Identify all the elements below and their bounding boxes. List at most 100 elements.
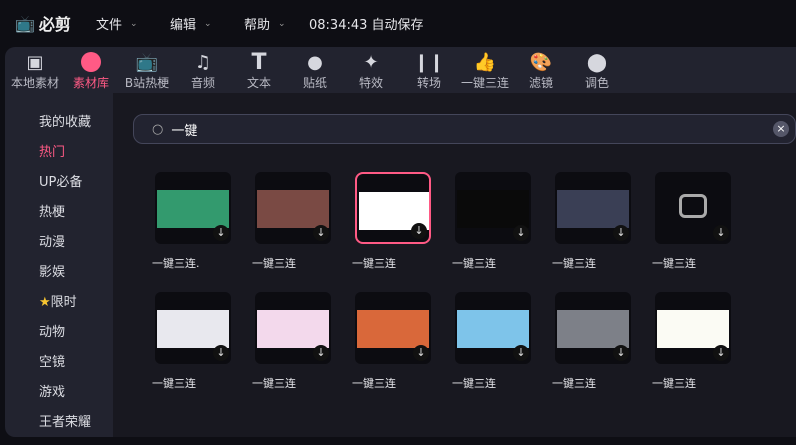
tool-color-circles[interactable]: ⬤ 调色 — [567, 50, 627, 91]
sidebar-item[interactable]: 热门 — [39, 141, 65, 160]
results-area: ○ × ↓ 一键三连. ↓ 一键三连 ↓ 一键三连 ↓ 一键三连 ↓ 一键三连 ↓ 一键三连 ↓ 一键三连… — [113, 93, 796, 437]
bilibili-tv-icon — [679, 194, 707, 218]
result-title: 一键三连 — [352, 377, 396, 390]
result-title: 一键三连 — [152, 377, 196, 390]
sidebar-item[interactable]: 空镜 — [39, 351, 65, 370]
tool-bilibili-tv[interactable]: 📺 B站热梗 — [117, 50, 177, 91]
menu-help[interactable]: 帮助 ⌄ — [244, 14, 286, 33]
download-icon[interactable]: ↓ — [713, 345, 729, 361]
tool-label: B站热梗 — [124, 76, 170, 90]
download-icon[interactable]: ↓ — [413, 345, 429, 361]
download-icon[interactable]: ↓ — [213, 225, 229, 241]
folder-upload-icon: ▣ — [26, 51, 44, 73]
sidebar-item[interactable]: UP必备 — [39, 171, 82, 190]
result-card[interactable]: ↓ — [255, 172, 331, 244]
result-card[interactable]: ↓ — [155, 172, 231, 244]
tool-label: 转场 — [416, 76, 441, 90]
result-title: 一键三连 — [252, 257, 296, 270]
sidebar-item[interactable]: 动漫 — [39, 231, 65, 250]
result-card[interactable]: ↓ — [655, 172, 731, 244]
result-card[interactable]: ↓ — [455, 292, 531, 364]
sticker-icon: ● — [307, 51, 323, 73]
result-card[interactable]: ↓ — [555, 172, 631, 244]
download-icon[interactable]: ↓ — [411, 223, 427, 239]
thumbs-up-icon: 👍 — [473, 51, 497, 73]
result-title: 一键三连 — [452, 377, 496, 390]
download-icon[interactable]: ↓ — [213, 345, 229, 361]
chevron-down-icon: ⌄ — [204, 18, 212, 29]
sidebar-item[interactable]: 动物 — [39, 321, 65, 340]
tool-text-t[interactable]: T 文本 — [229, 50, 289, 91]
result-card[interactable]: ↓ — [355, 292, 431, 364]
thumbnail — [257, 190, 329, 228]
tool-label: 音频 — [190, 76, 215, 90]
download-icon[interactable]: ↓ — [513, 345, 529, 361]
sidebar-item[interactable]: ★限时 — [39, 291, 77, 310]
download-icon[interactable]: ↓ — [513, 225, 529, 241]
magic-wand-icon: ✦ — [363, 51, 379, 73]
result-title: 一键三连 — [552, 377, 596, 390]
tool-label: 一键三连 — [460, 76, 509, 90]
palette-icon: 🎨 — [529, 51, 553, 73]
download-icon[interactable]: ↓ — [313, 345, 329, 361]
sidebar-item[interactable]: 影娱 — [39, 261, 65, 280]
app-logo: 📺 必剪 — [15, 11, 71, 35]
result-card[interactable]: ↓ — [155, 292, 231, 364]
tool-sticker[interactable]: ● 贴纸 — [285, 50, 345, 91]
thumbnail — [157, 310, 229, 348]
search-input[interactable] — [171, 121, 672, 137]
thumbnail — [657, 310, 729, 348]
library-sidebar: 我的收藏热门 UP必备热梗动漫影娱 ★限时动物空镜游戏王者荣耀 — [5, 93, 113, 437]
thumbnail — [557, 190, 629, 228]
download-icon[interactable]: ↓ — [613, 345, 629, 361]
tool-label: 滤镜 — [528, 76, 553, 90]
result-card[interactable]: ↓ — [555, 292, 631, 364]
menu-file[interactable]: 文件 ⌄ — [96, 14, 138, 33]
tool-music-note[interactable]: ♫ 音频 — [173, 50, 233, 91]
result-title: 一键三连 — [452, 257, 496, 270]
material-panel: ▣ 本地素材 素材库 📺 B站热梗 ♫ 音频 T 文本 ● 贴纸 ✦ 特效 ❙❙ 转场 👍 一键三连 🎨 滤镜 ⬤ 调色… — [5, 47, 796, 437]
clear-search-button[interactable]: × — [773, 121, 789, 137]
result-card[interactable]: ↓ — [255, 292, 331, 364]
result-title: 一键三连 — [652, 377, 696, 390]
thumbnail — [357, 310, 429, 348]
tool-thumbs-up[interactable]: 👍 一键三连 — [455, 50, 515, 91]
sidebar-item[interactable]: 我的收藏 — [39, 111, 91, 130]
download-icon[interactable]: ↓ — [313, 225, 329, 241]
sidebar-item[interactable]: 王者荣耀 — [39, 411, 91, 430]
tool-label: 调色 — [584, 76, 609, 90]
transition-icon: ❙❙ — [413, 51, 445, 73]
tool-folder-upload[interactable]: ▣ 本地素材 — [5, 50, 65, 91]
bilibili-tv-icon: 📺 — [135, 51, 159, 73]
tool-transition[interactable]: ❙❙ 转场 — [399, 50, 459, 91]
sidebar-item[interactable]: 热梗 — [39, 201, 65, 220]
bilibili-logo-icon: 📺 — [15, 13, 35, 33]
tool-magic-wand[interactable]: ✦ 特效 — [341, 50, 401, 91]
star-icon: ★ — [39, 295, 51, 310]
category-toolbar: ▣ 本地素材 素材库 📺 B站热梗 ♫ 音频 T 文本 ● 贴纸 ✦ 特效 ❙❙ 转场 👍 一键三连 🎨 滤镜 ⬤ 调色 — [5, 47, 796, 93]
sidebar-item[interactable]: 游戏 — [39, 381, 65, 400]
chevron-down-icon: ⌄ — [278, 18, 286, 29]
title-bar: 📺 必剪 文件 ⌄ 编辑 ⌄ 帮助 ⌄ 08:34:43 自动保存 — [0, 0, 796, 45]
menu-edit[interactable]: 编辑 ⌄ — [170, 14, 212, 33]
download-icon[interactable]: ↓ — [613, 225, 629, 241]
tool-label: 特效 — [358, 76, 383, 90]
result-title: 一键三连. — [152, 257, 200, 270]
result-card[interactable]: ↓ — [455, 172, 531, 244]
tool-palette[interactable]: 🎨 滤镜 — [511, 50, 571, 91]
result-title: 一键三连 — [352, 257, 396, 270]
result-card[interactable]: ↓ — [355, 172, 431, 244]
tool-film-reel[interactable]: 素材库 — [61, 50, 121, 91]
search-icon: ○ — [152, 121, 164, 137]
thumbnail — [557, 310, 629, 348]
search-bar: ○ × — [133, 114, 796, 144]
result-card[interactable]: ↓ — [655, 292, 731, 364]
color-circles-icon: ⬤ — [586, 51, 608, 73]
tool-label: 贴纸 — [302, 76, 327, 90]
chevron-down-icon: ⌄ — [130, 18, 138, 29]
tool-label: 本地素材 — [10, 76, 59, 90]
result-title: 一键三连 — [552, 257, 596, 270]
thumbnail — [257, 310, 329, 348]
download-icon[interactable]: ↓ — [713, 225, 729, 241]
result-title: 一键三连 — [252, 377, 296, 390]
